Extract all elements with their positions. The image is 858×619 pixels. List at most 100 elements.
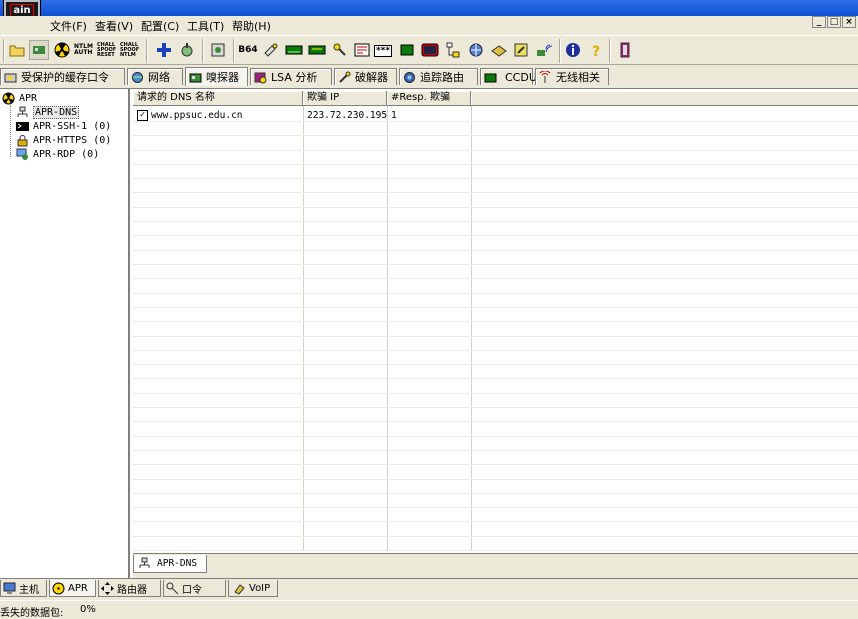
column-header-resp[interactable]: #Resp. 欺骗: [387, 91, 471, 106]
tab-label: 路由器: [117, 584, 147, 596]
svg-text:?: ?: [592, 44, 600, 59]
subtab-label: APR-DNS: [157, 558, 198, 569]
chall-spoof-reset-icon[interactable]: CHALL SPOOF RESET: [97, 40, 117, 60]
network-card-icon[interactable]: [29, 40, 49, 60]
chall-spoof-ntlm-icon[interactable]: CHALL SPOOF NTLM: [120, 40, 140, 60]
tree-item-apr-https[interactable]: APR-HTTPS (0): [16, 133, 111, 147]
tree-item-apr-ssh[interactable]: APR-SSH-1 (0): [16, 119, 111, 133]
stars-icon[interactable]: ***: [374, 45, 392, 57]
wep-icon[interactable]: [489, 40, 509, 60]
password-icon[interactable]: [330, 40, 350, 60]
tab-network[interactable]: 网络: [127, 68, 183, 85]
grid-line: [133, 479, 858, 480]
tab-label: 主机: [19, 584, 39, 596]
tree-item-apr-dns[interactable]: APR-DNS: [16, 105, 80, 119]
minimize-button[interactable]: _: [812, 16, 826, 28]
subtab-apr-dns[interactable]: APR-DNS: [133, 555, 207, 573]
tree-root-apr[interactable]: APR: [2, 91, 37, 105]
rsa-icon[interactable]: [284, 40, 304, 60]
help-icon[interactable]: ?: [586, 40, 606, 60]
tree-icon[interactable]: [443, 40, 463, 60]
tab-apr[interactable]: APR: [49, 580, 96, 597]
exit-icon[interactable]: [615, 40, 635, 60]
menu-tools[interactable]: 工具(T): [187, 18, 224, 34]
tab-host[interactable]: 主机: [0, 580, 47, 597]
hash-calculator-icon[interactable]: [261, 40, 281, 60]
column-divider: [471, 106, 472, 551]
restore-button[interactable]: □: [827, 16, 841, 28]
traceroute-icon: [403, 71, 416, 84]
title-bar: [0, 0, 858, 16]
sniffer-radiation-icon[interactable]: [52, 40, 72, 60]
tab-label: 网络: [148, 71, 170, 84]
sniffer-icon: [189, 71, 202, 84]
toolbar-separator: [559, 39, 561, 63]
tab-ccdu[interactable]: CCDU: [480, 68, 537, 85]
tab-voip[interactable]: VoIP: [228, 580, 278, 597]
rdp-icon: [16, 148, 29, 161]
rdp-icon[interactable]: [352, 40, 372, 60]
grid-line: [133, 350, 858, 351]
decoder-icon[interactable]: [177, 40, 197, 60]
menu-view[interactable]: 查看(V): [95, 18, 133, 34]
tab-wireless[interactable]: 无线相关: [535, 68, 609, 85]
tab-sniffer[interactable]: 嗅探器: [185, 67, 248, 86]
tab-label: LSA 分析: [271, 71, 318, 84]
tab-router[interactable]: 路由器: [98, 580, 161, 597]
toolbar: NTLM AUTH CHALL SPOOF RESET CHALL SPOOF …: [0, 35, 858, 65]
tree-item-apr-rdp[interactable]: APR-RDP (0): [16, 147, 99, 161]
https-lock-icon: [16, 134, 29, 147]
column-header-empty: [471, 91, 858, 106]
grid-line: [133, 192, 858, 193]
grid-line: [133, 421, 858, 422]
close-button[interactable]: ×: [842, 16, 856, 28]
grid-line: [133, 507, 858, 508]
dns-icon: [16, 106, 29, 119]
dns-icon: [138, 557, 151, 570]
grid-line: [133, 321, 858, 322]
tree-item-label: APR-DNS: [33, 105, 80, 119]
apr-radiation-icon: [52, 582, 65, 595]
menu-help[interactable]: 帮助(H): [232, 18, 271, 34]
tab-label: 追踪路由: [420, 71, 464, 84]
main-tabs: 受保护的缓存口令 网络 嗅探器 LSA 分析 破解器 追踪路由 CCDU 无线相…: [0, 67, 858, 86]
tab-label: 无线相关: [556, 71, 600, 84]
main-area: APR APR-DNS APR-SSH-1 (0) APR-HTTPS (0) …: [0, 88, 858, 579]
grid-line: [133, 550, 858, 551]
menu-file[interactable]: 文件(F): [50, 18, 87, 34]
resp-cell: 1: [391, 110, 397, 121]
grid-line: [133, 364, 858, 365]
status-bar: 丢失的数据包: 0%: [0, 600, 858, 619]
wireless-icon[interactable]: [534, 40, 554, 60]
row-checkbox[interactable]: ✓: [137, 110, 148, 121]
network-globe-icon: [131, 71, 144, 84]
certificate-icon[interactable]: [208, 40, 228, 60]
dns-table: 请求的 DNS 名称 欺骗 IP #Resp. 欺骗 ✓ www.ppsuc.ed…: [133, 91, 858, 551]
menu-config[interactable]: 配置(C): [141, 18, 179, 34]
sub-tabs: APR-DNS: [133, 553, 858, 579]
grid-line: [133, 393, 858, 394]
folder-open-icon[interactable]: [7, 40, 27, 60]
wordlist-icon[interactable]: [397, 40, 417, 60]
tab-traceroute[interactable]: 追踪路由: [399, 68, 478, 85]
grid-line: [133, 493, 858, 494]
tree-item-label: APR-RDP (0): [33, 148, 100, 160]
grid-line: [133, 207, 858, 208]
network-icon[interactable]: [466, 40, 486, 60]
add-icon[interactable]: [154, 40, 174, 60]
tab-password[interactable]: 口令: [163, 580, 226, 597]
ntlm-auth-icon[interactable]: NTLM AUTH: [74, 40, 94, 60]
vpn-icon[interactable]: [307, 40, 327, 60]
grid-line: [133, 450, 858, 451]
column-header-spoof-ip[interactable]: 欺骗 IP: [303, 91, 387, 106]
terminal-icon[interactable]: [420, 40, 440, 60]
base64-icon[interactable]: B64: [238, 40, 258, 60]
column-header-dns-name[interactable]: 请求的 DNS 名称: [133, 91, 303, 106]
tab-protected-storage[interactable]: 受保护的缓存口令: [0, 68, 125, 85]
tab-lsa[interactable]: LSA 分析: [250, 68, 332, 85]
column-divider: [387, 106, 388, 551]
info-icon[interactable]: [563, 40, 583, 60]
tab-cracker[interactable]: 破解器: [334, 68, 397, 85]
grid-line: [133, 235, 858, 236]
key-icon[interactable]: [511, 40, 531, 60]
